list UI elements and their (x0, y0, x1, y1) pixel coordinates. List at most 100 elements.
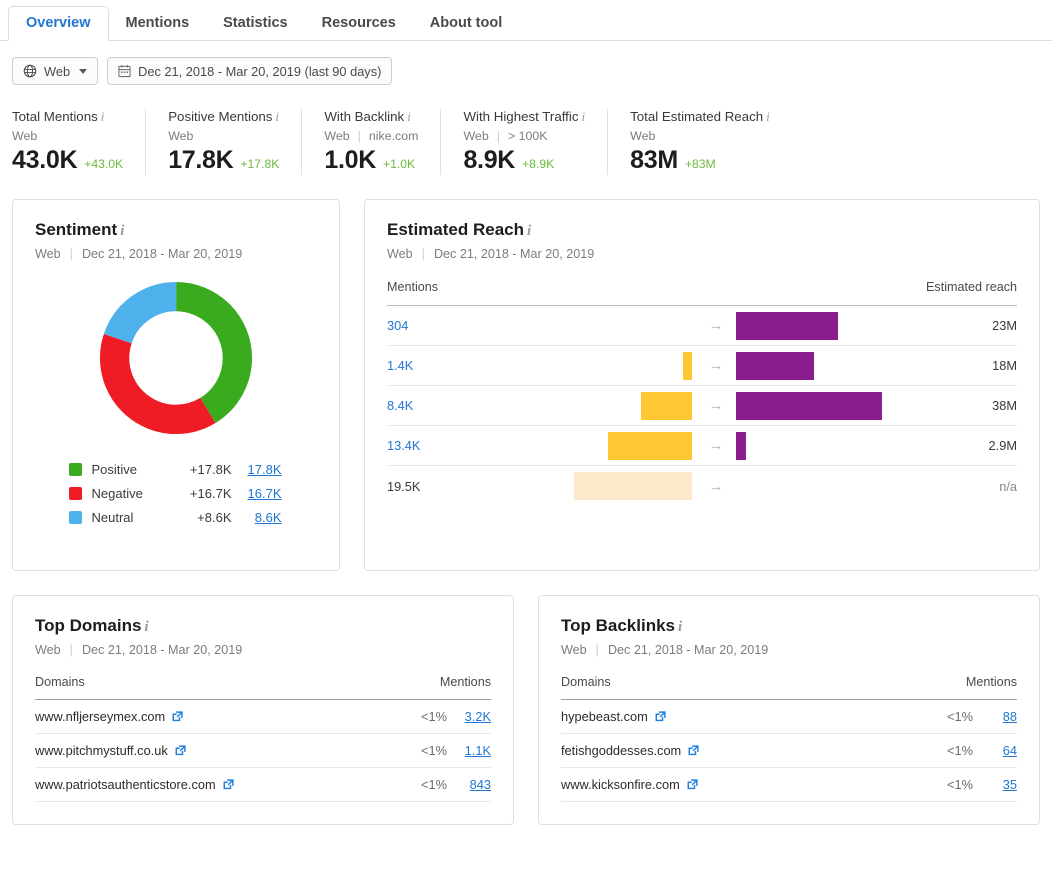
legend-count-link[interactable]: 8.6K (232, 510, 282, 525)
column-header-mentions: Mentions (387, 280, 439, 294)
mentions-bar (574, 472, 692, 500)
legend-delta: +17.8K (189, 461, 232, 477)
kpi-subtitle: Web | nike.com (324, 129, 419, 143)
card-meta-source: Web (35, 247, 61, 261)
chevron-down-icon (79, 68, 88, 74)
date-range-label: Dec 21, 2018 - Mar 20, 2019 (last 90 day… (138, 63, 382, 79)
domain-name: hypebeast.com (561, 709, 933, 724)
tab-resources[interactable]: Resources (305, 7, 413, 41)
domain-percent: <1% (947, 777, 973, 792)
legend-count-link[interactable]: 16.7K (232, 486, 282, 501)
card-meta-source: Web (561, 643, 587, 657)
mentions-bar (608, 431, 692, 460)
estimated-reach-bar (736, 391, 882, 420)
legend-label: Negative (91, 485, 143, 501)
info-icon[interactable]: i (581, 109, 585, 124)
domain-name: www.kicksonfire.com (561, 777, 933, 792)
calendar-icon (118, 64, 131, 78)
legend-label: Positive (91, 461, 138, 477)
domain-mentions-link[interactable]: 88 (983, 709, 1017, 724)
card-meta-date: Dec 21, 2018 - Mar 20, 2019 (81, 643, 243, 657)
kpi-title: Total Estimated Reach i (630, 109, 770, 124)
info-icon[interactable]: i (527, 223, 531, 239)
domain-mentions-link[interactable]: 35 (983, 777, 1017, 792)
estimated-reach-value: 18M (992, 358, 1017, 373)
tab-overview[interactable]: Overview (8, 5, 109, 41)
external-link-icon[interactable] (687, 779, 698, 790)
kpi-title: With Backlink i (324, 109, 411, 124)
info-icon[interactable]: i (407, 109, 411, 124)
source-selector[interactable]: Web (12, 57, 99, 85)
mentions-link[interactable]: 1.4K (387, 358, 507, 373)
table-body: 304 → 23M 1.4K → 18M 8.4K → 38M 13.4K → 2.9M 19.5K → n… (387, 305, 1017, 506)
dashboard-row-2: Top Domains i Web | Dec 21, 2018 - Mar 20… (12, 595, 1040, 825)
mentions-link[interactable]: 13.4K (387, 438, 507, 453)
info-icon[interactable]: i (275, 109, 279, 124)
tab-about-tool[interactable]: About tool (413, 7, 519, 41)
estimated-reach-value: n/a (999, 478, 1017, 494)
kpi-with-highest-traffic: With Highest Traffic i Web | > 100K 8.9K … (463, 109, 609, 175)
kpi-value: 1.0K (324, 146, 376, 174)
domain-mentions-link[interactable]: 1.1K (457, 743, 491, 758)
legend-count-link[interactable]: 17.8K (232, 462, 282, 477)
kpi-subtitle-extra: nike.com (368, 129, 419, 143)
table-row: www.kicksonfire.com <1% 35 (561, 768, 1017, 802)
table-row: www.patriotsauthenticstore.com <1% 843 (35, 768, 491, 802)
mentions-link[interactable]: 304 (387, 318, 507, 333)
external-link-icon[interactable] (223, 779, 234, 790)
card-meta-date: Dec 21, 2018 - Mar 20, 2019 (607, 643, 769, 657)
table-row: 13.4K → 2.9M (387, 426, 1017, 466)
sentiment-legend: Positive +17.8K 17.8K Negative +16.7K 16… (68, 457, 284, 529)
table-row: www.nfljerseymex.com <1% 3.2K (35, 700, 491, 734)
table-header-row: Domains Mentions (35, 675, 491, 699)
mentions-value: 19.5K (387, 478, 421, 494)
date-range-selector[interactable]: Dec 21, 2018 - Mar 20, 2019 (last 90 day… (107, 57, 393, 85)
info-icon[interactable]: i (101, 109, 105, 124)
domain-percent: <1% (947, 709, 973, 724)
card-meta-date: Dec 21, 2018 - Mar 20, 2019 (433, 247, 595, 261)
column-header-estimated-reach: Estimated reach (926, 280, 1017, 294)
info-icon[interactable]: i (678, 619, 682, 635)
domain-name: www.nfljerseymex.com (35, 709, 407, 724)
domain-name: www.patriotsauthenticstore.com (35, 777, 407, 792)
kpi-title: Total Mentions i (12, 109, 105, 124)
external-link-icon[interactable] (655, 711, 666, 722)
table-row: hypebeast.com <1% 88 (561, 700, 1017, 734)
tab-mentions[interactable]: Mentions (109, 7, 207, 41)
kpi-delta: +43.0K (84, 157, 124, 171)
domain-mentions-link[interactable]: 843 (457, 777, 491, 792)
table-row: www.pitchmystuff.co.uk <1% 1.1K (35, 734, 491, 768)
domain-mentions-link[interactable]: 3.2K (457, 709, 491, 724)
external-link-icon[interactable] (175, 745, 186, 756)
info-icon[interactable]: i (144, 619, 148, 635)
kpi-subtitle-extra: > 100K (507, 129, 548, 143)
estimated-reach-value: 2.9M (988, 438, 1017, 453)
mentions-link[interactable]: 8.4K (387, 398, 507, 413)
external-link-icon[interactable] (688, 745, 699, 756)
info-icon[interactable]: i (766, 109, 770, 124)
card-title: Estimated Reach i (387, 220, 532, 239)
external-link-icon[interactable] (172, 711, 183, 722)
tab-overview-label: Overview (26, 14, 91, 31)
arrow-right-icon: → (708, 317, 724, 334)
kpi-value: 83M (630, 146, 678, 174)
tab-statistics[interactable]: Statistics (206, 7, 304, 41)
kpi-title: Positive Mentions i (168, 109, 280, 124)
source-selector-label: Web (44, 63, 71, 79)
table-row: fetishgoddesses.com <1% 64 (561, 734, 1017, 768)
kpi-delta: +17.8K (240, 157, 280, 171)
domain-mentions-link[interactable]: 64 (983, 743, 1017, 758)
info-icon[interactable]: i (120, 223, 124, 239)
card-meta: Web | Dec 21, 2018 - Mar 20, 2019 (35, 643, 491, 657)
column-header-domains: Domains (561, 675, 611, 689)
divider: | (421, 247, 425, 261)
kpi-value: 8.9K (463, 146, 516, 174)
bar-cell: → (507, 306, 925, 345)
card-title: Top Backlinks i (561, 616, 683, 635)
legend-swatch-neutral (68, 510, 82, 524)
estimated-reach-bar (736, 311, 838, 340)
kpi-value: 17.8K (168, 146, 234, 174)
card-meta: Web | Dec 21, 2018 - Mar 20, 2019 (561, 643, 1017, 657)
bar-cell: → (507, 346, 925, 385)
domain-percent: <1% (421, 709, 447, 724)
